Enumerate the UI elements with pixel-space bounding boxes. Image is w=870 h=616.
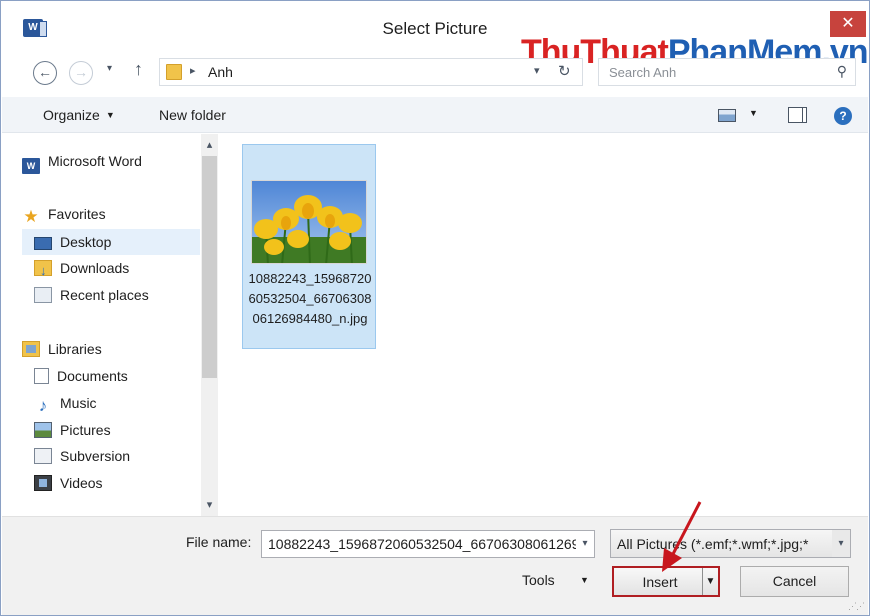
videos-icon bbox=[34, 475, 52, 491]
recent-places-icon bbox=[34, 287, 52, 303]
sidebar-item-label: Pictures bbox=[60, 422, 111, 438]
word-icon: W bbox=[22, 158, 40, 174]
address-dropdown-icon[interactable]: ▾ bbox=[534, 64, 540, 77]
tulip-thumbnail-graphic bbox=[252, 181, 366, 263]
sidebar-item-music[interactable]: ♪ Music bbox=[34, 390, 200, 416]
cancel-button[interactable]: Cancel bbox=[740, 566, 849, 597]
search-placeholder: Search Anh bbox=[609, 65, 677, 80]
insert-options-chevron-icon[interactable]: ▼ bbox=[702, 568, 718, 595]
new-folder-button[interactable]: New folder bbox=[159, 107, 226, 123]
sidebar-item-label: Documents bbox=[57, 368, 128, 384]
file-name-dropdown-icon[interactable]: ▾ bbox=[576, 531, 594, 557]
organize-label: Organize bbox=[43, 107, 100, 123]
subversion-icon bbox=[34, 448, 52, 464]
documents-icon bbox=[34, 368, 49, 384]
address-bar[interactable]: ▸ Anh ▾ ↻ bbox=[159, 58, 583, 86]
command-toolbar: Organize ▼ New folder ▼ ? bbox=[2, 97, 868, 133]
sidebar-item-label: Microsoft Word bbox=[48, 153, 142, 169]
search-icon[interactable]: ⚲ bbox=[837, 63, 847, 80]
file-name-input-value: 10882243_1596872060532504_66706308061269 bbox=[268, 536, 580, 552]
tools-button[interactable]: Tools bbox=[522, 572, 555, 588]
navigation-scrollbar[interactable]: ▴ ▾ bbox=[201, 134, 218, 516]
file-type-dropdown-icon[interactable]: ▾ bbox=[832, 530, 850, 557]
back-button[interactable]: ← bbox=[33, 61, 57, 85]
pictures-icon bbox=[34, 422, 52, 438]
file-name-label: 10882243_1596872060532504_66706308061269… bbox=[248, 271, 372, 326]
sidebar-item-label: Videos bbox=[60, 475, 103, 491]
sidebar-item-subversion[interactable]: Subversion bbox=[34, 443, 200, 469]
scrollbar-thumb[interactable] bbox=[202, 156, 217, 378]
preview-pane-icon[interactable] bbox=[788, 107, 807, 123]
sidebar-item-pictures[interactable]: Pictures bbox=[34, 417, 200, 443]
sidebar-item-label: Recent places bbox=[60, 287, 149, 303]
select-picture-dialog: W Select Picture ✕ ThuThuatPhanMem.vn ← … bbox=[0, 0, 870, 616]
breadcrumb-anh[interactable]: Anh bbox=[208, 64, 233, 80]
sidebar-item-documents[interactable]: Documents bbox=[34, 363, 200, 389]
resize-grip-icon[interactable]: ⋰⋰ bbox=[848, 601, 865, 612]
sidebar-item-favorites[interactable]: ★ Favorites bbox=[22, 201, 200, 227]
bottom-panel: File name: 10882243_1596872060532504_667… bbox=[2, 516, 868, 615]
insert-label: Insert bbox=[642, 574, 678, 590]
sidebar-item-libraries[interactable]: Libraries bbox=[22, 336, 200, 362]
scroll-up-icon[interactable]: ▴ bbox=[201, 138, 218, 151]
tulip-image-thumbnail bbox=[251, 180, 367, 264]
organize-button[interactable]: Organize ▼ bbox=[43, 107, 115, 123]
desktop-icon bbox=[34, 237, 52, 250]
chevron-down-icon: ▼ bbox=[105, 110, 115, 120]
refresh-icon[interactable]: ↻ bbox=[558, 62, 571, 80]
file-name-input[interactable]: 10882243_1596872060532504_66706308061269… bbox=[261, 530, 595, 558]
view-options-chevron-icon[interactable]: ▼ bbox=[749, 108, 758, 118]
downloads-icon bbox=[34, 258, 52, 284]
file-list: 10882243_1596872060532504_66706308061269… bbox=[220, 134, 868, 516]
sidebar-item-videos[interactable]: Videos bbox=[34, 470, 200, 496]
sidebar-item-label: Downloads bbox=[60, 260, 130, 276]
sidebar-item-desktop[interactable]: Desktop bbox=[22, 229, 200, 255]
scroll-down-icon[interactable]: ▾ bbox=[201, 498, 218, 511]
sidebar-item-downloads[interactable]: Downloads bbox=[34, 255, 200, 284]
sidebar-item-recent-places[interactable]: Recent places bbox=[34, 282, 200, 308]
sidebar-item-label: Favorites bbox=[48, 206, 106, 222]
sidebar-item-microsoft-word[interactable]: W Microsoft Word bbox=[22, 148, 200, 174]
folder-icon bbox=[166, 64, 182, 80]
forward-button[interactable]: → bbox=[69, 61, 93, 85]
breadcrumb-chevron-icon[interactable]: ▸ bbox=[190, 64, 196, 77]
star-icon: ★ bbox=[23, 207, 39, 226]
insert-button[interactable]: Insert ▼ bbox=[612, 566, 720, 597]
search-input[interactable]: Search Anh ⚲ bbox=[598, 58, 856, 86]
music-icon: ♪ bbox=[38, 396, 48, 415]
file-type-select[interactable]: All Pictures (*.emf;*.wmf;*.jpg;* ▾ bbox=[610, 529, 851, 558]
file-type-value: All Pictures (*.emf;*.wmf;*.jpg;* bbox=[617, 536, 809, 552]
sidebar-item-label: Subversion bbox=[60, 448, 131, 464]
sidebar-item-label: Music bbox=[60, 395, 97, 411]
recent-locations-dropdown[interactable]: ▾ bbox=[107, 63, 112, 74]
tools-chevron-icon[interactable]: ▼ bbox=[580, 575, 589, 585]
change-view-icon[interactable] bbox=[718, 109, 736, 122]
file-item[interactable]: 10882243_1596872060532504_66706308061269… bbox=[242, 144, 376, 349]
libraries-icon bbox=[22, 341, 40, 357]
navigation-pane: W Microsoft Word ★ Favorites Desktop Downl… bbox=[2, 134, 220, 516]
file-name-field-label: File name: bbox=[186, 534, 252, 550]
sidebar-item-label: Desktop bbox=[60, 234, 112, 250]
up-button[interactable]: ↑ bbox=[134, 59, 143, 80]
help-icon[interactable]: ? bbox=[834, 107, 852, 125]
sidebar-item-label: Libraries bbox=[48, 341, 102, 357]
